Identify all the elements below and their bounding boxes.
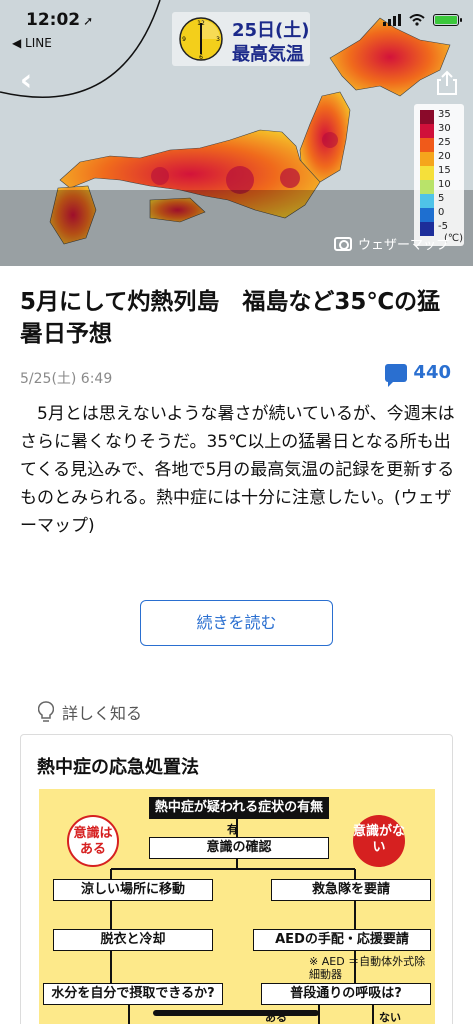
badge-unconscious: 意識がない (353, 815, 405, 867)
legend-label: 10 (438, 179, 451, 190)
legend-swatch (420, 152, 434, 166)
legend-swatch (420, 138, 434, 152)
map-label: 最高気温 (232, 44, 304, 65)
home-indicator[interactable] (153, 1010, 319, 1016)
flow-box-call-ambulance: 救急隊を要請 (271, 879, 431, 901)
legend-swatch (420, 110, 434, 124)
flow-box-consciousness: 意識の確認 (149, 837, 329, 859)
article-title: 5月にして灼熱列島 福島など35℃の猛暑日予想 (20, 289, 441, 347)
legend-label: 15 (438, 165, 451, 176)
temperature-legend: 35 30 25 20 15 10 5 0 -5 (℃) (414, 104, 464, 246)
card-title: 熱中症の応急処置法 (37, 757, 199, 778)
article-date: 5/25(土) 6:49 (20, 371, 113, 387)
flow-box-water: 水分を自分で摂取できるか? (43, 983, 223, 1005)
aed-note: ※ AED ＝自動体外式除細動器 (309, 955, 426, 981)
article-body: 5月とは思えないような暑さが続いているが、今週末はさらに暑くなりそうだ。35℃以… (20, 404, 455, 536)
related-card[interactable]: 熱中症の応急処置法 熱中症が疑われる症状の有無 有 意識の確認 意識はある 意識… (20, 734, 453, 1024)
comments-button[interactable]: 440 (385, 362, 451, 387)
battery-icon (433, 14, 462, 26)
back-to-line-link[interactable]: ◀ LINE (12, 36, 52, 50)
flow-box-symptoms: 熱中症が疑われる症状の有無 (149, 797, 329, 819)
map-date: 25日(土) (232, 20, 310, 41)
status-time: 12:02 ➚ (26, 10, 94, 30)
location-arrow-icon: ➚ (83, 14, 94, 28)
detail-heading: 詳しく知る (38, 700, 142, 724)
first-aid-flowchart: 熱中症が疑われる症状の有無 有 意識の確認 意識はある 意識がない 涼しい場所に… (39, 789, 435, 1024)
photo-credit: ウェザーマップ (333, 234, 449, 253)
legend-label: 0 (438, 207, 445, 218)
wifi-icon (409, 14, 425, 26)
back-chevron-icon[interactable]: ‹ (12, 64, 40, 100)
legend-label: 20 (438, 151, 451, 162)
comment-count: 440 (413, 362, 451, 383)
legend-swatch (420, 208, 434, 222)
legend-label: 35 (438, 109, 451, 120)
system-icons (383, 14, 462, 26)
read-more-button[interactable]: 続きを読む (140, 600, 333, 646)
cellular-signal-icon (383, 14, 401, 26)
clock-number-12: 12 (197, 20, 205, 27)
share-icon[interactable] (435, 70, 459, 96)
clock-icon: 12 3 6 9 (179, 17, 223, 61)
legend-swatch (420, 124, 434, 138)
flow-box-aed: AEDの手配・応援要請 (253, 929, 431, 951)
flow-box-undress-cool: 脱衣と冷却 (53, 929, 213, 951)
lightbulb-icon (38, 701, 54, 722)
legend-label: 30 (438, 123, 451, 134)
credit-text: ウェザーマップ (357, 238, 449, 253)
map-time-box: 12 3 6 9 25日(土) 最高気温 (172, 12, 310, 66)
camera-icon (333, 236, 352, 251)
comment-bubble-icon (385, 363, 408, 387)
clock-number-9: 9 (182, 36, 186, 43)
flow-yes-label: 有 (227, 823, 238, 836)
legend-label: -5 (438, 221, 448, 232)
flow-box-breathing: 普段通りの呼吸は? (261, 983, 431, 1005)
legend-color-bar (420, 110, 434, 236)
flow-nai-label: ない (379, 1011, 401, 1024)
legend-swatch (420, 194, 434, 208)
detail-heading-label: 詳しく知る (62, 704, 143, 723)
weather-map-image: 12:02 ➚ ◀ LINE 12 3 6 9 25日(土) 最高気温 ‹ 35… (0, 0, 473, 266)
legend-label: 25 (438, 137, 451, 148)
legend-swatch (420, 166, 434, 180)
flow-box-move-cool: 涼しい場所に移動 (53, 879, 213, 901)
clock-number-3: 3 (216, 36, 220, 43)
clock-number-6: 6 (199, 54, 203, 61)
badge-conscious: 意識はある (67, 815, 119, 867)
legend-label: 5 (438, 193, 445, 204)
legend-swatch (420, 180, 434, 194)
